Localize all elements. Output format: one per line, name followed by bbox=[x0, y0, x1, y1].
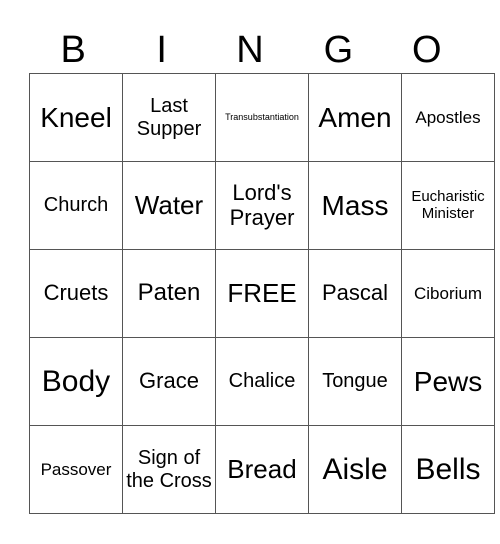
bingo-cell[interactable]: Apostles bbox=[401, 73, 495, 162]
bingo-cell[interactable]: Pews bbox=[401, 337, 495, 426]
bingo-cell[interactable]: Paten bbox=[122, 249, 216, 338]
bingo-cell[interactable]: Ciborium bbox=[401, 249, 495, 338]
table-row: Body Grace Chalice Tongue Pews bbox=[29, 337, 495, 426]
table-row: Cruets Paten FREE Pascal Ciborium bbox=[29, 249, 495, 338]
bingo-header: B I N G O bbox=[29, 28, 471, 73]
bingo-cell[interactable]: Aisle bbox=[308, 425, 402, 514]
bingo-cell[interactable]: Eucharistic Minister bbox=[401, 161, 495, 250]
bingo-cell[interactable]: Cruets bbox=[29, 249, 123, 338]
bingo-cell[interactable]: Bells bbox=[401, 425, 495, 514]
header-letter-o: O bbox=[412, 29, 442, 71]
bingo-cell[interactable]: Chalice bbox=[215, 337, 309, 426]
table-row: Kneel Last Supper Transubstantiation Ame… bbox=[29, 73, 495, 162]
bingo-cell[interactable]: Body bbox=[29, 337, 123, 426]
bingo-cell[interactable]: Church bbox=[29, 161, 123, 250]
bingo-cell[interactable]: Sign of the Cross bbox=[122, 425, 216, 514]
bingo-cell[interactable]: Lord's Prayer bbox=[215, 161, 309, 250]
bingo-card: Kneel Last Supper Transubstantiation Ame… bbox=[29, 73, 495, 514]
header-letter-b: B bbox=[60, 29, 86, 71]
table-row: Church Water Lord's Prayer Mass Eucharis… bbox=[29, 161, 495, 250]
header-letter-g: G bbox=[323, 29, 354, 71]
bingo-cell[interactable]: Mass bbox=[308, 161, 402, 250]
bingo-cell[interactable]: Transubstantiation bbox=[215, 73, 309, 162]
bingo-cell[interactable]: Pascal bbox=[308, 249, 402, 338]
bingo-cell[interactable]: Tongue bbox=[308, 337, 402, 426]
bingo-cell[interactable]: Grace bbox=[122, 337, 216, 426]
header-letter-i: I bbox=[156, 29, 167, 71]
bingo-cell[interactable]: Water bbox=[122, 161, 216, 250]
bingo-cell[interactable]: Amen bbox=[308, 73, 402, 162]
bingo-cell[interactable]: Kneel bbox=[29, 73, 123, 162]
table-row: Passover Sign of the Cross Bread Aisle B… bbox=[29, 425, 495, 514]
header-letter-n: N bbox=[236, 29, 264, 71]
free-space-cell[interactable]: FREE bbox=[215, 249, 309, 338]
bingo-cell[interactable]: Last Supper bbox=[122, 73, 216, 162]
bingo-cell[interactable]: Passover bbox=[29, 425, 123, 514]
bingo-cell[interactable]: Bread bbox=[215, 425, 309, 514]
